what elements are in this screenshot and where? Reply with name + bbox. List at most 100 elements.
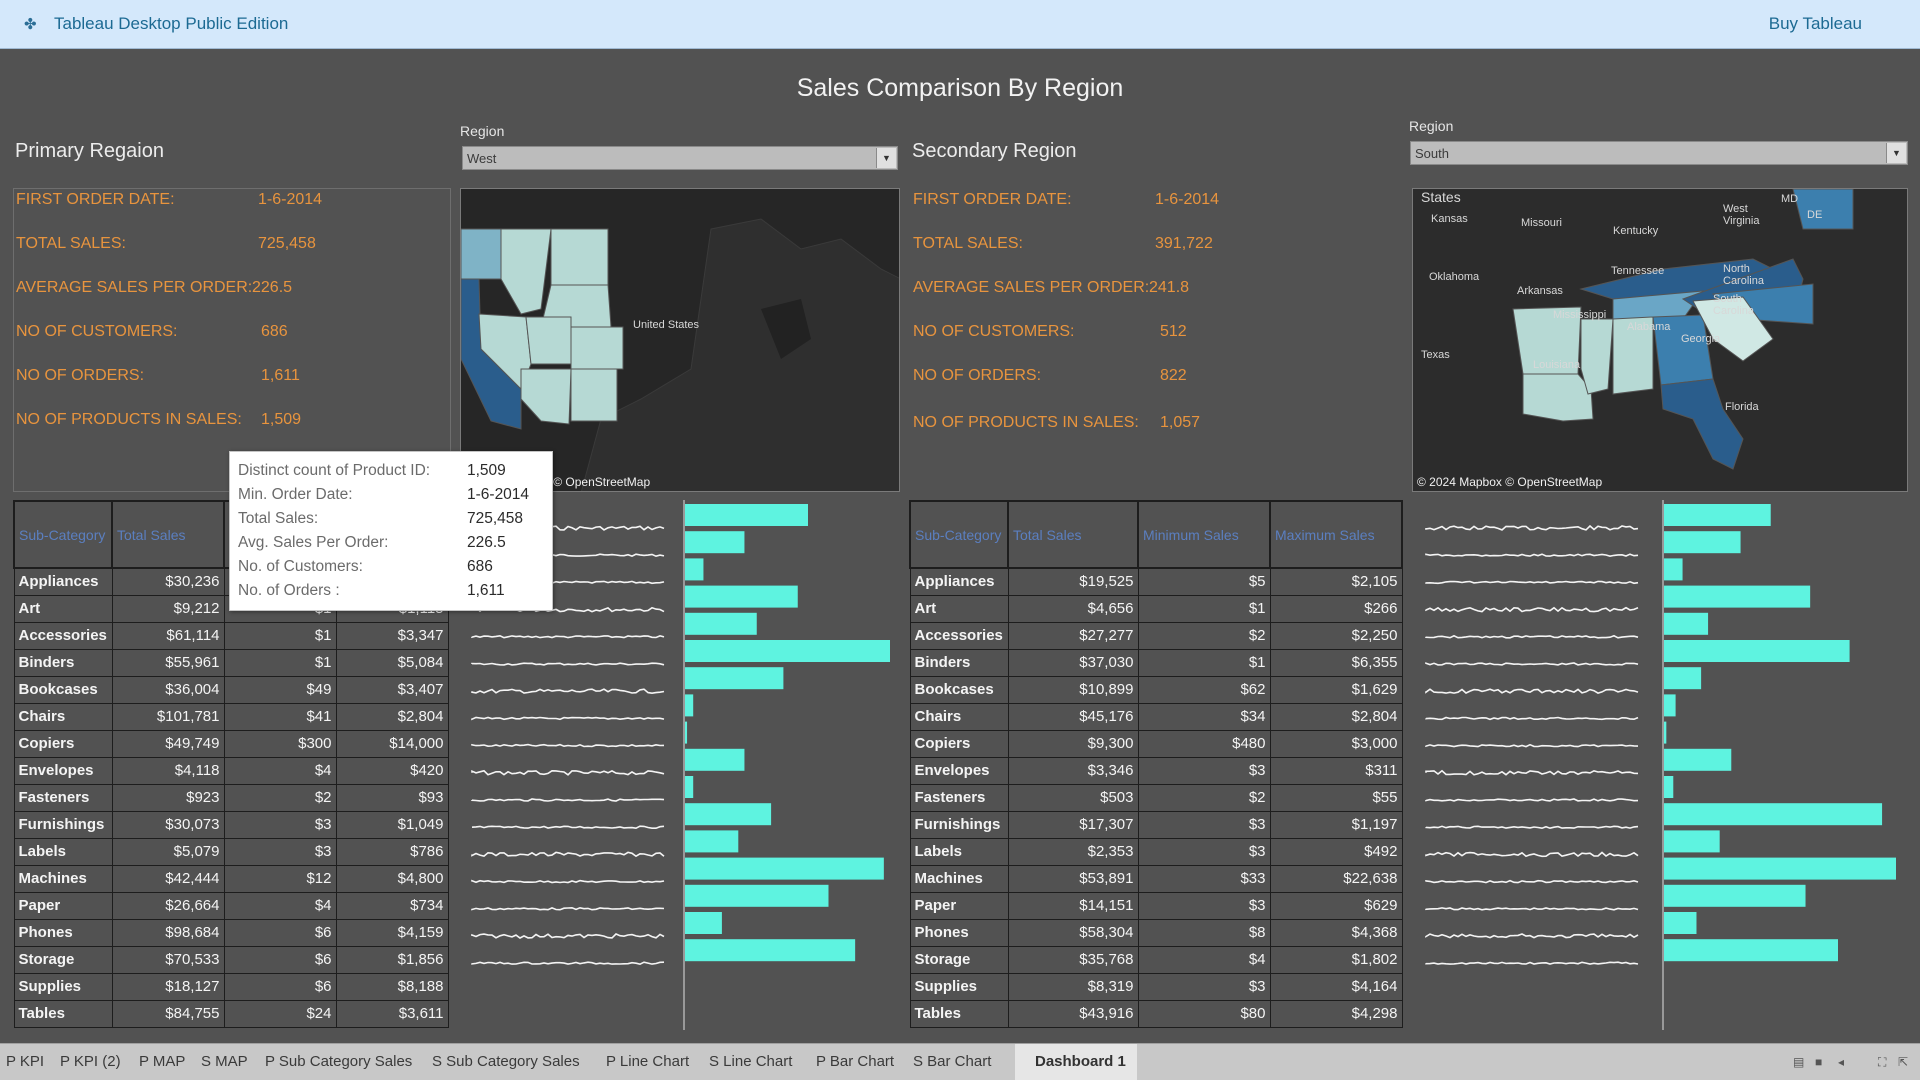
sales-trend-line[interactable] [1425, 688, 1639, 694]
table-row[interactable]: Supplies $8,319 $3 $4,164 [909, 972, 1403, 1001]
tab-p-line-chart[interactable]: P Line Chart [606, 1053, 689, 1070]
table-row[interactable]: Envelopes $4,118 $4 $420 [13, 756, 449, 785]
sales-bar[interactable] [1664, 721, 1667, 744]
sales-bar[interactable] [685, 585, 798, 608]
table-row[interactable]: Envelopes $3,346 $3 $311 [909, 756, 1403, 785]
table-row[interactable]: Binders $37,030 $1 $6,355 [909, 648, 1403, 677]
sales-trend-line[interactable] [471, 961, 665, 966]
table-row[interactable]: Chairs $101,781 $41 $2,804 [13, 702, 449, 731]
sales-trend-line[interactable] [1425, 662, 1639, 666]
sales-bar[interactable] [1664, 857, 1896, 880]
table-row[interactable]: Paper $26,664 $4 $734 [13, 891, 449, 920]
sales-bar[interactable] [1664, 531, 1741, 554]
primary-column-header[interactable]: Sub-Category [13, 500, 113, 569]
primary-region-dropdown[interactable]: West ▼ [462, 146, 898, 170]
sales-bar[interactable] [1664, 912, 1697, 934]
table-row[interactable]: Paper $14,151 $3 $629 [909, 891, 1403, 920]
sales-bar[interactable] [685, 640, 890, 662]
sales-trend-line[interactable] [471, 906, 665, 911]
table-row[interactable]: Furnishings $17,307 $3 $1,197 [909, 810, 1403, 839]
tab-p-map[interactable]: P MAP [139, 1053, 185, 1070]
secondary-column-header[interactable]: Minimum Sales [1137, 500, 1271, 569]
table-row[interactable]: Art $4,656 $1 $266 [909, 594, 1403, 623]
sales-bar[interactable] [685, 504, 808, 526]
tab-dashboard-1[interactable]: Dashboard 1 [1015, 1044, 1137, 1080]
sales-bar[interactable] [685, 912, 722, 934]
sales-bar[interactable] [685, 830, 739, 853]
table-row[interactable]: Phones $58,304 $8 $4,368 [909, 918, 1403, 947]
sales-trend-line[interactable] [1425, 879, 1639, 884]
sales-trend-line[interactable] [471, 933, 665, 939]
sales-bar[interactable] [1664, 694, 1676, 717]
sales-trend-line[interactable] [471, 688, 665, 695]
secondary-region-map[interactable]: States Kansas Missouri Kentucky West Vir… [1412, 188, 1908, 492]
sales-bar[interactable] [685, 531, 745, 554]
sales-trend-line[interactable] [1425, 606, 1639, 613]
sales-trend-line[interactable] [1425, 798, 1639, 802]
table-row[interactable]: Storage $35,768 $4 $1,802 [909, 945, 1403, 974]
sales-bar[interactable] [1664, 748, 1732, 771]
sales-bar[interactable] [1664, 504, 1771, 526]
sales-bar[interactable] [685, 776, 694, 798]
secondary-column-header[interactable]: Maximum Sales [1269, 500, 1403, 569]
table-row[interactable]: Furnishings $30,073 $3 $1,049 [13, 810, 449, 839]
table-row[interactable]: Bookcases $36,004 $49 $3,407 [13, 675, 449, 704]
sales-trend-line[interactable] [471, 798, 665, 802]
sales-bar[interactable] [1664, 612, 1709, 635]
sales-trend-line[interactable] [1425, 580, 1639, 585]
secondary-region-dropdown[interactable]: South ▼ [1410, 141, 1908, 165]
sales-bar[interactable] [685, 612, 757, 635]
table-row[interactable]: Copiers $49,749 $300 $14,000 [13, 729, 449, 758]
sales-bar[interactable] [1664, 776, 1674, 798]
table-row[interactable]: Tables $84,755 $24 $3,611 [13, 999, 449, 1028]
sales-bar[interactable] [1664, 667, 1702, 690]
sales-bar[interactable] [685, 803, 772, 826]
sales-trend-line[interactable] [471, 769, 665, 776]
sales-bar[interactable] [1664, 830, 1720, 853]
table-row[interactable]: Bookcases $10,899 $62 $1,629 [909, 675, 1403, 704]
sales-trend-line[interactable] [471, 716, 665, 721]
buy-tableau-link[interactable]: Buy Tableau [1769, 14, 1862, 34]
slide-view-icon[interactable]: ■ [1815, 1055, 1822, 1069]
secondary-column-header[interactable]: Total Sales [1007, 500, 1139, 569]
chevron-down-icon[interactable]: ▼ [1886, 143, 1906, 163]
primary-region-map[interactable]: United States © 2024 Mapbox © OpenStreet… [460, 188, 900, 492]
table-row[interactable]: Machines $42,444 $12 $4,800 [13, 864, 449, 893]
tab-s-bar-chart[interactable]: S Bar Chart [913, 1053, 991, 1070]
sales-trend-line[interactable] [1425, 933, 1639, 939]
fullscreen-icon[interactable]: ⛶ [1878, 1055, 1886, 1070]
table-row[interactable]: Appliances $19,525 $5 $2,105 [909, 567, 1403, 596]
sales-bar[interactable] [685, 748, 745, 771]
tab-p-bar-chart[interactable]: P Bar Chart [816, 1053, 894, 1070]
table-row[interactable]: Storage $70,533 $6 $1,856 [13, 945, 449, 974]
primary-column-header[interactable]: Total Sales [111, 500, 225, 569]
secondary-column-header[interactable]: Sub-Category [909, 500, 1009, 569]
sales-bar[interactable] [685, 667, 784, 690]
sales-trend-line[interactable] [1425, 907, 1639, 911]
sales-bar[interactable] [685, 857, 884, 880]
table-row[interactable]: Accessories $61,114 $1 $3,347 [13, 621, 449, 650]
chevron-left-icon[interactable]: ◂ [1838, 1055, 1844, 1069]
sales-trend-line[interactable] [1425, 634, 1639, 639]
sales-bar[interactable] [685, 558, 704, 581]
table-row[interactable]: Fasteners $923 $2 $93 [13, 783, 449, 812]
sales-trend-line[interactable] [471, 634, 665, 639]
sales-trend-line[interactable] [471, 662, 665, 666]
table-row[interactable]: Labels $2,353 $3 $492 [909, 837, 1403, 866]
grid-view-icon[interactable]: ▤ [1793, 1055, 1804, 1069]
sales-trend-line[interactable] [1425, 553, 1639, 558]
table-row[interactable]: Labels $5,079 $3 $786 [13, 837, 449, 866]
sales-bar[interactable] [1664, 939, 1838, 962]
sales-trend-line[interactable] [471, 879, 665, 884]
table-row[interactable]: Fasteners $503 $2 $55 [909, 783, 1403, 812]
sales-trend-line[interactable] [471, 825, 665, 830]
tab-s-map[interactable]: S MAP [201, 1053, 248, 1070]
sales-bar[interactable] [685, 721, 688, 744]
tab-p-kpi-2[interactable]: P KPI (2) [60, 1053, 121, 1070]
sales-bar[interactable] [685, 939, 856, 962]
share-icon[interactable]: ⇱ [1898, 1055, 1908, 1069]
tab-p-sub-category-sales[interactable]: P Sub Category Sales [265, 1053, 412, 1070]
sales-trend-line[interactable] [1425, 961, 1639, 965]
sales-bar[interactable] [1664, 884, 1806, 907]
sales-trend-line[interactable] [471, 851, 665, 858]
